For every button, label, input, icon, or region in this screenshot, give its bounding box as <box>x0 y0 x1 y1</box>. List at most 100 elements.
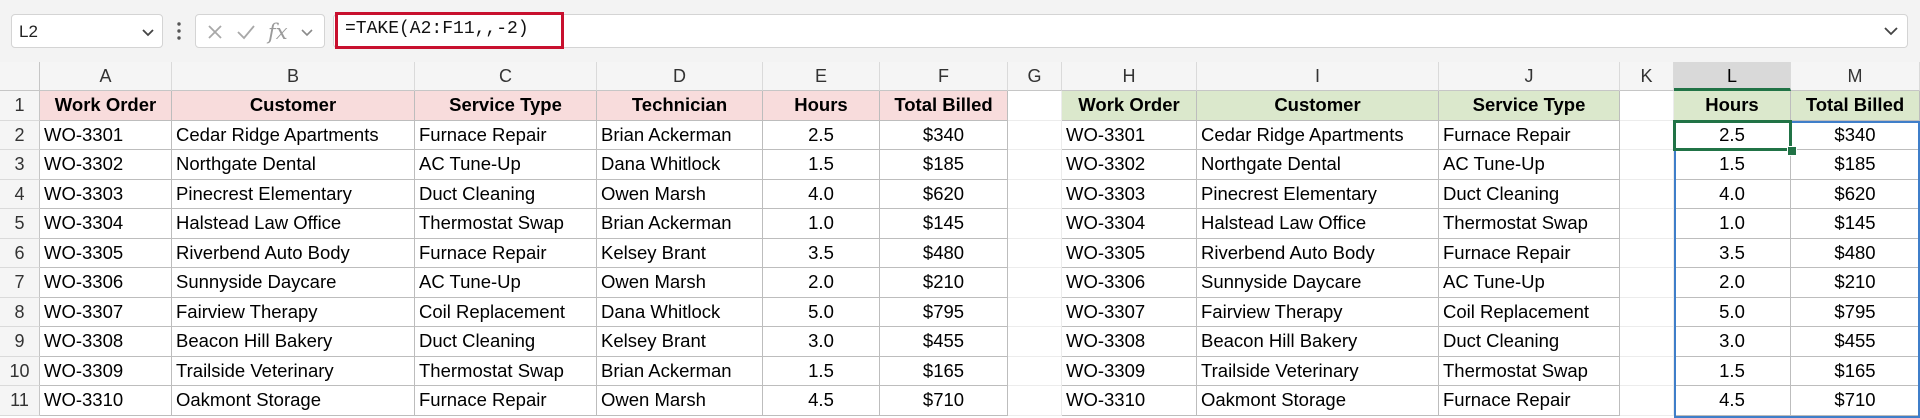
cell-i4[interactable]: Pinecrest Elementary <box>1197 179 1439 209</box>
cell-d9[interactable]: Kelsey Brant <box>597 327 763 357</box>
cell-l9[interactable]: 3.0 <box>1674 327 1791 357</box>
cell-j11[interactable]: Furnace Repair <box>1439 386 1620 416</box>
cell-a9[interactable]: WO-3308 <box>40 327 172 357</box>
cell-f10[interactable]: $165 <box>880 356 1008 386</box>
cell-h5[interactable]: WO-3304 <box>1062 209 1197 239</box>
cell-f6[interactable]: $480 <box>880 238 1008 268</box>
cell-h9[interactable]: WO-3308 <box>1062 327 1197 357</box>
cell-g4[interactable] <box>1008 179 1062 209</box>
cell-e1[interactable]: Hours <box>763 91 880 121</box>
cell-b8[interactable]: Fairview Therapy <box>172 297 415 327</box>
cell-b3[interactable]: Northgate Dental <box>172 150 415 180</box>
cell-k6[interactable] <box>1620 238 1674 268</box>
cell-f1[interactable]: Total Billed <box>880 91 1008 121</box>
column-header-l[interactable]: L <box>1674 62 1791 91</box>
cell-g10[interactable] <box>1008 356 1062 386</box>
cell-h6[interactable]: WO-3305 <box>1062 238 1197 268</box>
cell-b11[interactable]: Oakmont Storage <box>172 386 415 416</box>
cell-k1[interactable] <box>1620 91 1674 121</box>
cell-a3[interactable]: WO-3302 <box>40 150 172 180</box>
cell-f11[interactable]: $710 <box>880 386 1008 416</box>
select-all-corner[interactable] <box>0 62 40 91</box>
row-header-1[interactable]: 1 <box>0 91 40 121</box>
cell-g8[interactable] <box>1008 297 1062 327</box>
cell-f4[interactable]: $620 <box>880 179 1008 209</box>
cell-c3[interactable]: AC Tune-Up <box>415 150 597 180</box>
row-header-6[interactable]: 6 <box>0 238 40 268</box>
row-header-11[interactable]: 11 <box>0 386 40 416</box>
cell-k11[interactable] <box>1620 386 1674 416</box>
cell-f5[interactable]: $145 <box>880 209 1008 239</box>
expand-formula-bar-icon[interactable] <box>1882 22 1900 40</box>
cell-d8[interactable]: Dana Whitlock <box>597 297 763 327</box>
chevron-down-icon[interactable] <box>300 25 314 39</box>
cell-l11[interactable]: 4.5 <box>1674 386 1791 416</box>
cell-e3[interactable]: 1.5 <box>763 150 880 180</box>
cell-c7[interactable]: AC Tune-Up <box>415 268 597 298</box>
column-header-c[interactable]: C <box>415 62 597 91</box>
cell-k8[interactable] <box>1620 297 1674 327</box>
cell-e6[interactable]: 3.5 <box>763 238 880 268</box>
formula-input[interactable] <box>333 14 1908 48</box>
cell-g7[interactable] <box>1008 268 1062 298</box>
cell-i7[interactable]: Sunnyside Daycare <box>1197 268 1439 298</box>
cell-j7[interactable]: AC Tune-Up <box>1439 268 1620 298</box>
cell-m2[interactable]: $340 <box>1791 120 1920 150</box>
cell-b9[interactable]: Beacon Hill Bakery <box>172 327 415 357</box>
cell-d3[interactable]: Dana Whitlock <box>597 150 763 180</box>
cell-e5[interactable]: 1.0 <box>763 209 880 239</box>
row-header-8[interactable]: 8 <box>0 297 40 327</box>
cell-i5[interactable]: Halstead Law Office <box>1197 209 1439 239</box>
name-box[interactable]: L2 <box>11 14 163 48</box>
cell-a2[interactable]: WO-3301 <box>40 120 172 150</box>
cell-l10[interactable]: 1.5 <box>1674 356 1791 386</box>
cell-e11[interactable]: 4.5 <box>763 386 880 416</box>
column-header-b[interactable]: B <box>172 62 415 91</box>
cell-m7[interactable]: $210 <box>1791 268 1920 298</box>
cell-b2[interactable]: Cedar Ridge Apartments <box>172 120 415 150</box>
cell-k3[interactable] <box>1620 150 1674 180</box>
cell-k10[interactable] <box>1620 356 1674 386</box>
row-header-2[interactable]: 2 <box>0 120 40 150</box>
cell-b7[interactable]: Sunnyside Daycare <box>172 268 415 298</box>
cell-i10[interactable]: Trailside Veterinary <box>1197 356 1439 386</box>
row-header-5[interactable]: 5 <box>0 209 40 239</box>
cell-c11[interactable]: Furnace Repair <box>415 386 597 416</box>
cell-m1[interactable]: Total Billed <box>1791 91 1920 121</box>
column-header-g[interactable]: G <box>1008 62 1062 91</box>
cell-i2[interactable]: Cedar Ridge Apartments <box>1197 120 1439 150</box>
cell-k4[interactable] <box>1620 179 1674 209</box>
cell-d1[interactable]: Technician <box>597 91 763 121</box>
cell-k2[interactable] <box>1620 120 1674 150</box>
cell-l7[interactable]: 2.0 <box>1674 268 1791 298</box>
cell-f7[interactable]: $210 <box>880 268 1008 298</box>
cell-i1[interactable]: Customer <box>1197 91 1439 121</box>
cell-b6[interactable]: Riverbend Auto Body <box>172 238 415 268</box>
cell-a6[interactable]: WO-3305 <box>40 238 172 268</box>
cell-f9[interactable]: $455 <box>880 327 1008 357</box>
cell-a7[interactable]: WO-3306 <box>40 268 172 298</box>
cell-f8[interactable]: $795 <box>880 297 1008 327</box>
cell-g6[interactable] <box>1008 238 1062 268</box>
cell-h4[interactable]: WO-3303 <box>1062 179 1197 209</box>
cell-c5[interactable]: Thermostat Swap <box>415 209 597 239</box>
column-header-f[interactable]: F <box>880 62 1008 91</box>
cell-i9[interactable]: Beacon Hill Bakery <box>1197 327 1439 357</box>
fill-handle[interactable] <box>1787 146 1797 156</box>
cell-m3[interactable]: $185 <box>1791 150 1920 180</box>
cell-j1[interactable]: Service Type <box>1439 91 1620 121</box>
cell-g2[interactable] <box>1008 120 1062 150</box>
cell-k7[interactable] <box>1620 268 1674 298</box>
row-header-4[interactable]: 4 <box>0 179 40 209</box>
cell-g9[interactable] <box>1008 327 1062 357</box>
cell-j3[interactable]: AC Tune-Up <box>1439 150 1620 180</box>
cell-j10[interactable]: Thermostat Swap <box>1439 356 1620 386</box>
cell-a10[interactable]: WO-3309 <box>40 356 172 386</box>
cell-d5[interactable]: Brian Ackerman <box>597 209 763 239</box>
cell-m9[interactable]: $455 <box>1791 327 1920 357</box>
cell-m4[interactable]: $620 <box>1791 179 1920 209</box>
cell-e10[interactable]: 1.5 <box>763 356 880 386</box>
cell-e2[interactable]: 2.5 <box>763 120 880 150</box>
cell-a5[interactable]: WO-3304 <box>40 209 172 239</box>
cell-g5[interactable] <box>1008 209 1062 239</box>
